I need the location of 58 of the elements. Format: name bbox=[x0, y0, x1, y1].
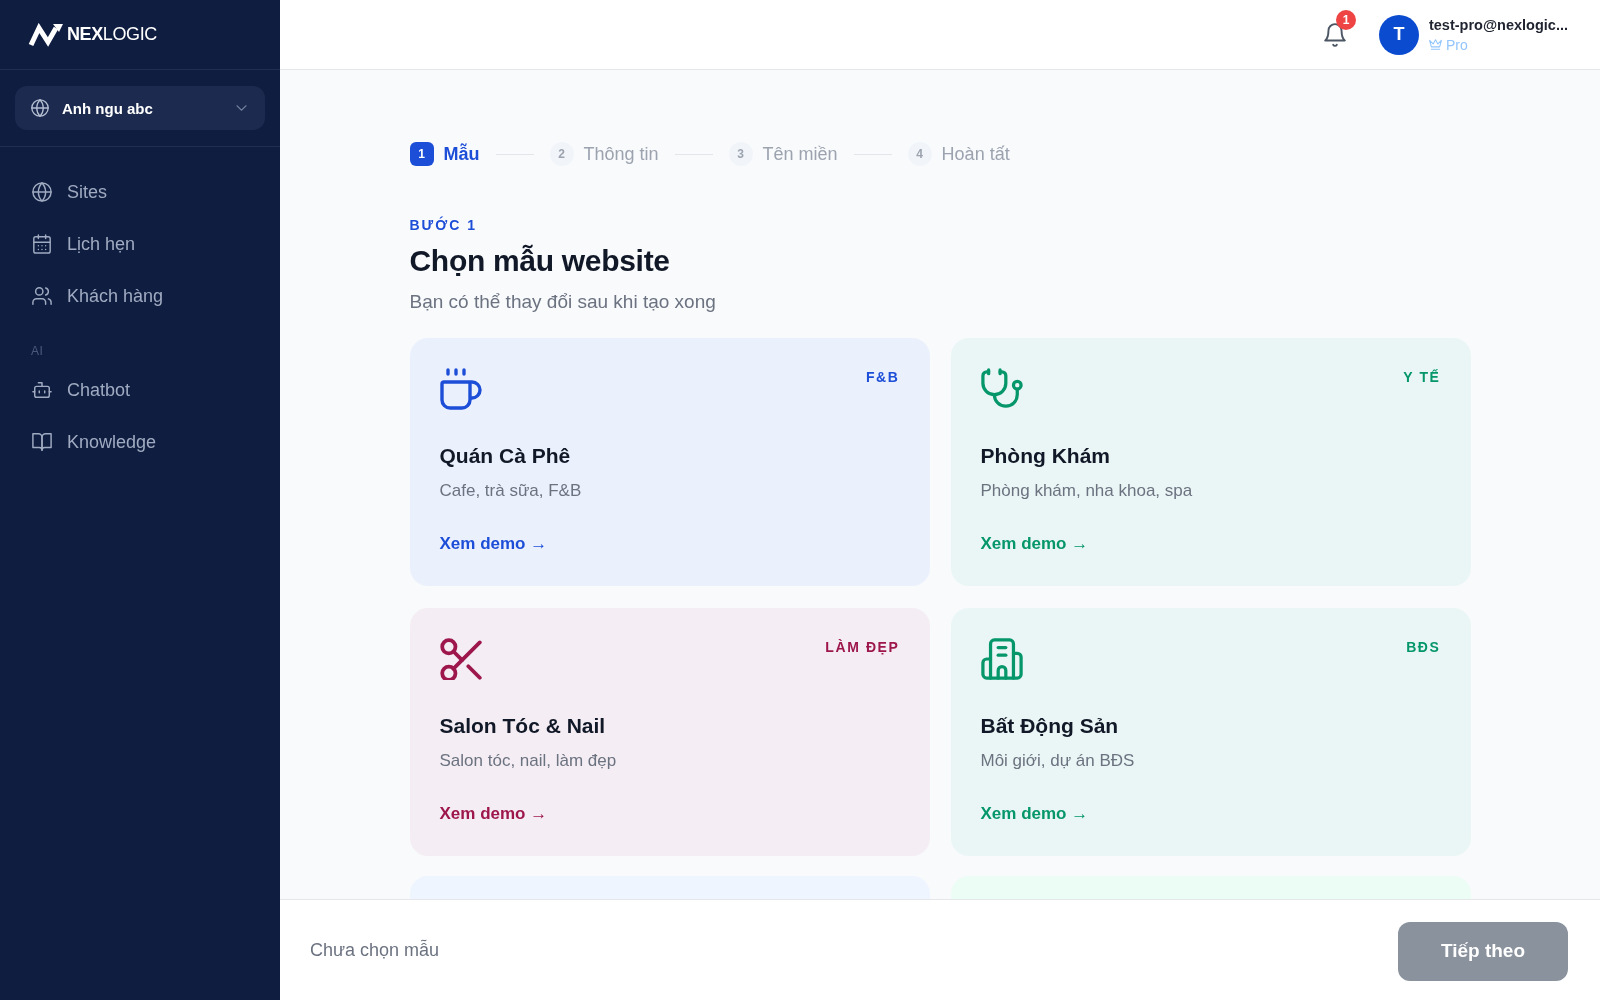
card-title: Salon Tóc & Nail bbox=[439, 713, 606, 739]
category-label: LÀM ĐẸP bbox=[825, 638, 900, 656]
category-label: F&B bbox=[865, 368, 900, 386]
selection-status: Chưa chọn mẫu bbox=[310, 939, 440, 961]
logo-mark-icon bbox=[28, 22, 64, 47]
template-card[interactable]: F&B Quán Cà Phê Cafe, trà sữa, F&B Xem demo → bbox=[409, 338, 930, 586]
card-description: Phòng khám, nha khoa, spa bbox=[980, 480, 1193, 502]
card-description: Salon tóc, nail, làm đẹp bbox=[439, 750, 617, 772]
step-caption: BƯỚC 1 bbox=[409, 216, 477, 234]
nav-item[interactable]: Knowledge bbox=[16, 420, 264, 464]
user-email: test-pro@nexlogic... bbox=[1428, 15, 1568, 35]
building-icon bbox=[980, 638, 1023, 680]
crown-icon bbox=[1428, 39, 1442, 50]
demo-link[interactable]: Xem demo → bbox=[439, 533, 548, 555]
bell-icon[interactable] bbox=[1323, 22, 1346, 47]
card-title: Bất Động Sản bbox=[980, 713, 1119, 739]
step-number: 1 bbox=[409, 142, 434, 166]
nav-item[interactable]: Sites bbox=[16, 170, 264, 214]
step-number: 4 bbox=[907, 142, 932, 166]
avatar[interactable]: T bbox=[1378, 14, 1419, 55]
coffee-cup-icon bbox=[439, 368, 482, 410]
step-label: Thông tin bbox=[583, 143, 659, 165]
template-card[interactable]: BĐS Bất Động Sản Môi giới, dự án BĐS Xem demo → bbox=[950, 608, 1471, 856]
card-title: Quán Cà Phê bbox=[439, 443, 571, 469]
workspace-selector[interactable]: Anh ngu abc bbox=[15, 86, 265, 130]
category-label: Y TẾ bbox=[1403, 368, 1441, 386]
template-card[interactable]: LÀM ĐẸP Salon Tóc & Nail Salon tóc, nail, làm đẹp Xem demo → bbox=[409, 608, 930, 856]
notification-badge: 1 bbox=[1335, 9, 1356, 30]
nav-section-heading: AI bbox=[31, 344, 44, 358]
template-card[interactable] bbox=[950, 876, 1471, 899]
nav-item[interactable]: Khách hàng bbox=[16, 274, 264, 318]
globe-icon bbox=[32, 182, 52, 202]
category-label: BĐS bbox=[1406, 638, 1441, 656]
card-title: Phòng Khám bbox=[980, 443, 1110, 469]
robot-icon bbox=[32, 380, 52, 400]
open-book-icon bbox=[32, 432, 52, 452]
stethoscope-icon bbox=[980, 368, 1023, 410]
page-title: Chọn mẫu website bbox=[409, 243, 670, 279]
template-card[interactable] bbox=[409, 876, 930, 899]
nav-item[interactable]: Lịch hẹn bbox=[16, 222, 264, 266]
plan-label: Pro bbox=[1445, 35, 1468, 54]
globe-icon bbox=[31, 99, 49, 117]
template-card[interactable]: Y TẾ Phòng Khám Phòng khám, nha khoa, spa Xem demo → bbox=[950, 338, 1471, 586]
card-description: Cafe, trà sữa, F&B bbox=[439, 480, 582, 502]
step-label: Tên miền bbox=[762, 143, 838, 165]
calendar-icon bbox=[32, 234, 52, 254]
scissors-icon bbox=[439, 638, 482, 680]
page-subtitle: Bạn có thể thay đổi sau khi tạo xong bbox=[409, 290, 716, 314]
step-number: 2 bbox=[549, 142, 574, 166]
nav-item[interactable]: Chatbot bbox=[16, 368, 264, 412]
logo-text: NEXLOGIC bbox=[67, 24, 157, 45]
demo-link[interactable]: Xem demo → bbox=[439, 803, 548, 825]
users-icon bbox=[32, 286, 52, 306]
step-number: 3 bbox=[728, 142, 753, 166]
card-description: Môi giới, dự án BĐS bbox=[980, 750, 1135, 772]
step-label: Hoàn tất bbox=[941, 143, 1010, 165]
step-label: Mẫu bbox=[443, 143, 480, 165]
chevron-down-icon bbox=[236, 105, 247, 111]
